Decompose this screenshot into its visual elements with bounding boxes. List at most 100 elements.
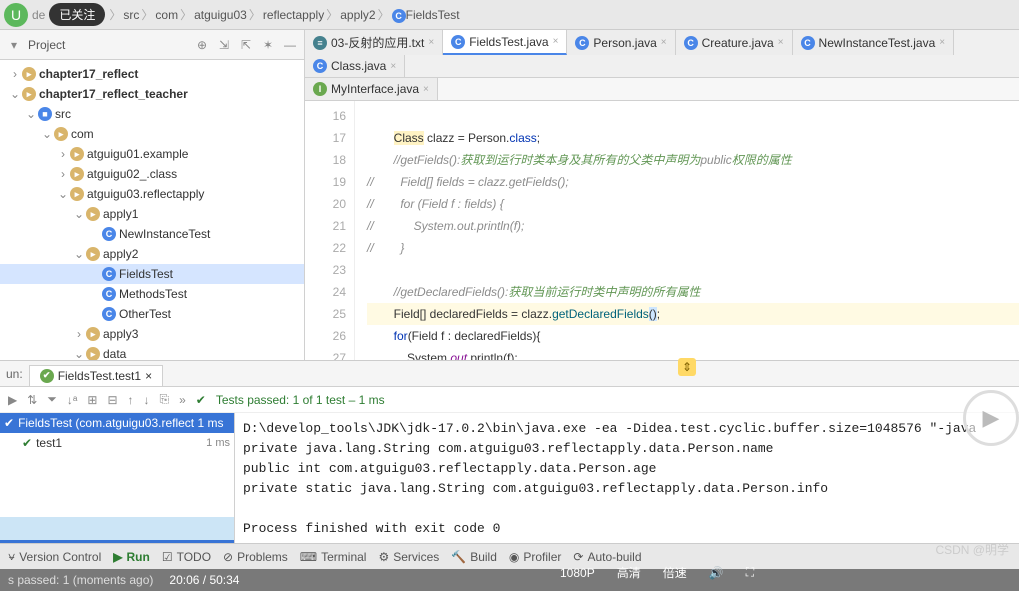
tool-window-button[interactable]: 🔨 Build bbox=[451, 550, 497, 564]
tool-window-button[interactable]: ⊘ Problems bbox=[223, 550, 288, 564]
tree-label: apply2 bbox=[103, 247, 138, 261]
breadcrumb-item[interactable]: apply2 bbox=[338, 8, 377, 22]
close-icon[interactable]: × bbox=[423, 84, 429, 95]
close-icon[interactable]: × bbox=[428, 37, 434, 48]
tool-icon: ⌨ bbox=[300, 550, 317, 564]
test-tree[interactable]: ✔ FieldsTest (com.atguigu03.reflect 1 ms… bbox=[0, 413, 235, 543]
tree-twisty-icon[interactable]: › bbox=[72, 327, 86, 341]
memory-sparkline bbox=[0, 483, 234, 543]
expand-all-icon[interactable]: ⊞ bbox=[87, 393, 97, 407]
breadcrumb-item[interactable]: atguigu03 bbox=[192, 8, 249, 22]
expand-icon[interactable]: ⇲ bbox=[216, 37, 232, 53]
sort-icon[interactable]: ↓ᵃ bbox=[67, 393, 77, 407]
tree-node[interactable]: ⌄ ▸ data bbox=[0, 344, 304, 360]
tree-node[interactable]: C MethodsTest bbox=[0, 284, 304, 304]
close-icon[interactable]: × bbox=[145, 369, 152, 383]
collapse-all-icon[interactable]: ⊟ bbox=[107, 393, 117, 407]
close-icon[interactable]: × bbox=[939, 37, 945, 48]
editor-tab[interactable]: CFieldsTest.java × bbox=[443, 30, 567, 55]
tree-node[interactable]: ⌄ ▸ apply1 bbox=[0, 204, 304, 224]
tree-node[interactable]: ⌄ ▸ com bbox=[0, 124, 304, 144]
cls-icon: C bbox=[575, 36, 589, 50]
tree-twisty-icon[interactable]: › bbox=[56, 167, 70, 181]
test-item[interactable]: ✔ test1 1 ms bbox=[0, 433, 234, 453]
breadcrumb-item[interactable]: com bbox=[153, 8, 180, 22]
breadcrumb-item[interactable]: CFieldsTest bbox=[390, 8, 462, 22]
tool-window-button[interactable]: ⌨ Terminal bbox=[300, 550, 367, 564]
tree-twisty-icon[interactable]: ⌄ bbox=[40, 127, 54, 141]
tree-node[interactable]: C OtherTest bbox=[0, 304, 304, 324]
editor-tab[interactable]: CCreature.java × bbox=[676, 30, 793, 55]
export-icon[interactable]: ⎘ bbox=[160, 392, 170, 407]
run-config-tab[interactable]: ✔ FieldsTest.test1 × bbox=[29, 365, 163, 386]
cls-icon: C bbox=[313, 59, 327, 73]
check-icon: ✔ bbox=[196, 393, 206, 407]
tree-node[interactable]: › ▸ apply3 bbox=[0, 324, 304, 344]
tool-window-button[interactable]: ⚙ Services bbox=[378, 550, 439, 564]
tree-node[interactable]: C NewInstanceTest bbox=[0, 224, 304, 244]
bottom-tool-bar[interactable]: ⍱ Version Control ▶ Run ☑ TODO ⊘ Problem… bbox=[0, 543, 1019, 569]
tree-node[interactable]: ⌄ ▸ chapter17_reflect_teacher bbox=[0, 84, 304, 104]
close-icon[interactable]: × bbox=[553, 36, 559, 47]
project-tree[interactable]: › ▸ chapter17_reflect ⌄ ▸ chapter17_refl… bbox=[0, 60, 304, 360]
settings-icon[interactable]: ✶ bbox=[260, 37, 276, 53]
tree-twisty-icon[interactable]: › bbox=[56, 147, 70, 161]
editor-tab[interactable]: ≡03-反射的应用.txt × bbox=[305, 30, 443, 55]
pkg-icon: ▸ bbox=[86, 207, 100, 221]
hide-icon[interactable]: — bbox=[282, 37, 298, 53]
tree-twisty-icon[interactable]: ⌄ bbox=[72, 247, 86, 261]
tool-window-button[interactable]: ⍱ Version Control bbox=[8, 549, 101, 564]
tool-icon: ⍱ bbox=[8, 549, 15, 564]
tool-window-button[interactable]: ⟳ Auto-build bbox=[573, 550, 641, 564]
project-dropdown-icon[interactable]: ▾ bbox=[6, 37, 22, 53]
tree-node[interactable]: ⌄ ▸ atguigu03.reflectapply bbox=[0, 184, 304, 204]
tree-twisty-icon[interactable]: ⌄ bbox=[72, 207, 86, 221]
tree-twisty-icon[interactable]: ⌄ bbox=[56, 187, 70, 201]
play-button[interactable]: ▶ bbox=[963, 390, 1019, 446]
tool-window-button[interactable]: ☑ TODO bbox=[162, 550, 211, 564]
editor-tab[interactable]: IMyInterface.java × bbox=[305, 78, 438, 100]
toggle-icon[interactable]: ⇅ bbox=[27, 393, 37, 407]
rerun-icon[interactable]: ▶ bbox=[8, 393, 17, 407]
editor-tabs-row2[interactable]: IMyInterface.java × bbox=[305, 78, 1019, 101]
tab-label: NewInstanceTest.java bbox=[819, 36, 936, 50]
editor-tabs[interactable]: ≡03-反射的应用.txt × CFieldsTest.java × CPers… bbox=[305, 30, 1019, 78]
collapse-icon[interactable]: ⇱ bbox=[238, 37, 254, 53]
run-tab-bar: un: ✔ FieldsTest.test1 × bbox=[0, 361, 1019, 387]
breadcrumb-item[interactable]: src bbox=[121, 8, 141, 22]
prev-icon[interactable]: ↑ bbox=[128, 393, 134, 407]
code-editor[interactable]: 16171819202122232425262728 Class clazz =… bbox=[305, 101, 1019, 360]
filter-icon[interactable]: ⏷ bbox=[47, 392, 57, 407]
tree-twisty-icon[interactable]: ⌄ bbox=[72, 347, 86, 360]
tree-node[interactable]: ⌄ ■ src bbox=[0, 104, 304, 124]
tree-twisty-icon[interactable]: ⌄ bbox=[8, 87, 22, 101]
select-opened-icon[interactable]: ⊕ bbox=[194, 37, 210, 53]
cls-icon: C bbox=[801, 36, 815, 50]
close-icon[interactable]: × bbox=[778, 37, 784, 48]
editor-tab[interactable]: C NewInstanceTest.java × bbox=[793, 30, 955, 55]
test-root[interactable]: ✔ FieldsTest (com.atguigu03.reflect 1 ms bbox=[0, 413, 234, 433]
breadcrumbs[interactable]: 〉src〉com〉atguigu03〉reflectapply〉apply2〉C… bbox=[109, 6, 461, 23]
resize-handle-icon[interactable]: ⇕ bbox=[678, 358, 696, 376]
tree-node[interactable]: › ▸ chapter17_reflect bbox=[0, 64, 304, 84]
follow-badge[interactable]: 已关注 bbox=[49, 3, 105, 26]
more-icon[interactable]: » bbox=[179, 393, 186, 407]
pkg-icon: ▸ bbox=[86, 247, 100, 261]
close-icon[interactable]: × bbox=[390, 61, 396, 72]
editor-tab[interactable]: CClass.java × bbox=[305, 55, 405, 77]
editor-tab[interactable]: CPerson.java × bbox=[567, 30, 675, 55]
tree-twisty-icon[interactable]: › bbox=[8, 67, 22, 81]
tool-window-button[interactable]: ◉ Profiler bbox=[509, 550, 562, 564]
tool-window-button[interactable]: ▶ Run bbox=[113, 550, 150, 564]
tree-node[interactable]: › ▸ atguigu01.example bbox=[0, 144, 304, 164]
close-icon[interactable]: × bbox=[661, 37, 667, 48]
code-content[interactable]: Class clazz = Person.class; //getFields(… bbox=[355, 101, 1019, 360]
tree-node[interactable]: › ▸ atguigu02_.class bbox=[0, 164, 304, 184]
pkg-icon: ▸ bbox=[54, 127, 68, 141]
console-output[interactable]: D:\develop_tools\JDK\jdk-17.0.2\bin\java… bbox=[235, 413, 1019, 543]
breadcrumb-item[interactable]: reflectapply bbox=[261, 8, 326, 22]
tree-node[interactable]: C FieldsTest bbox=[0, 264, 304, 284]
tree-twisty-icon[interactable]: ⌄ bbox=[24, 107, 38, 121]
next-icon[interactable]: ↓ bbox=[144, 393, 150, 407]
tree-node[interactable]: ⌄ ▸ apply2 bbox=[0, 244, 304, 264]
